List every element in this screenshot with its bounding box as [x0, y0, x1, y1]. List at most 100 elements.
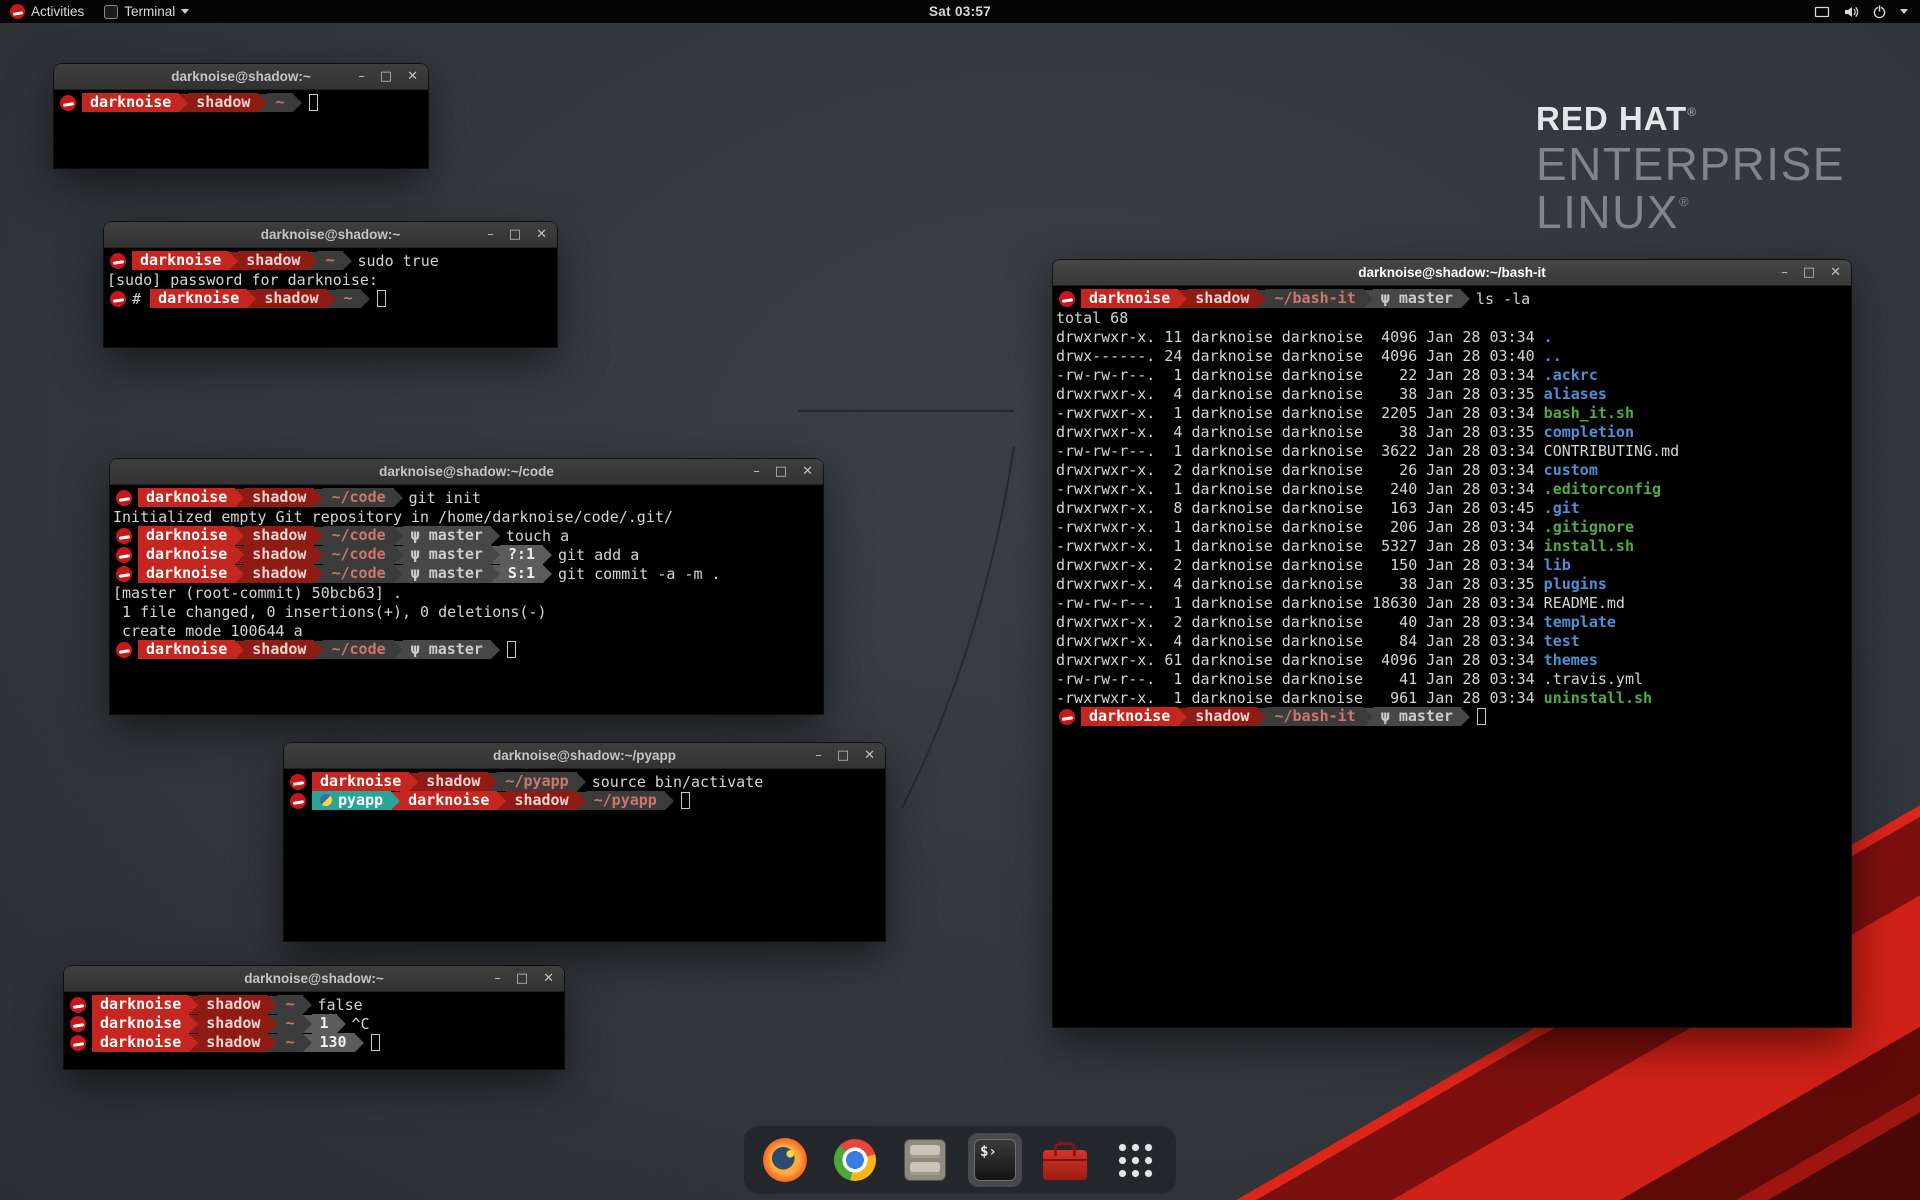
firefox-dock-icon[interactable] — [758, 1133, 812, 1187]
terminal-cursor — [681, 792, 690, 809]
terminal-content[interactable]: darknoiseshadow~sudo true[sudo] password… — [104, 248, 557, 308]
activities-button[interactable]: Activities — [0, 0, 94, 23]
close-button[interactable]: ✕ — [864, 749, 875, 762]
files-dock-icon[interactable] — [898, 1133, 952, 1187]
minimize-button[interactable]: – — [487, 228, 494, 241]
terminal-window[interactable]: darknoise@shadow:~–□✕darknoiseshadow~ — [54, 64, 428, 168]
terminal-window[interactable]: darknoise@shadow:~/bash-it–□✕darknoisesh… — [1053, 260, 1851, 1027]
powerline-separator — [268, 1034, 277, 1052]
terminal-line: darknoiseshadow~/bash-itψ masterls -la — [1056, 289, 1851, 308]
terminal-text: ls -la — [1476, 290, 1530, 308]
prompt-segment-host: shadow — [238, 251, 308, 270]
powerline-separator — [577, 792, 586, 810]
titlebar[interactable]: darknoise@shadow:~ – □ ✕ — [64, 966, 564, 992]
powerline-separator — [229, 252, 238, 270]
powerline-separator — [314, 565, 323, 583]
prompt-segment-user: darknoise — [138, 488, 235, 507]
close-button[interactable]: ✕ — [407, 70, 418, 83]
system-status-area[interactable] — [1814, 0, 1920, 23]
close-button[interactable]: ✕ — [543, 972, 554, 985]
minimize-button[interactable]: – — [494, 972, 501, 985]
prompt-segment-path: ~/code — [323, 640, 393, 659]
prompt-segment-user: darknoise — [400, 791, 497, 810]
terminal-line: -rwxrwxr-x. 1 darknoise darknoise 5327 J… — [1056, 536, 1851, 555]
terminal-content[interactable]: darknoiseshadow~ — [54, 90, 428, 112]
maximize-button[interactable]: □ — [516, 972, 528, 985]
powerline-separator — [314, 641, 323, 659]
executable-name: install.sh — [1544, 537, 1634, 555]
terminal-window[interactable]: darknoise@shadow:~ – □ ✕ darknoiseshadow~sud… — [104, 222, 557, 347]
titlebar[interactable]: darknoise@shadow:~/code–□✕ — [110, 459, 823, 485]
terminal-line: darknoiseshadow~/bash-itψ master — [1056, 707, 1851, 726]
close-button[interactable]: ✕ — [802, 465, 813, 478]
toolbox-icon — [1043, 1150, 1087, 1180]
powerline-separator — [497, 792, 506, 810]
prompt-segment-host: shadow — [418, 772, 488, 791]
prompt-segment-user: darknoise — [312, 772, 409, 791]
terminal-text: drwxrwxr-x. 2 darknoise darknoise 40 Jan… — [1056, 613, 1544, 631]
powerline-separator — [1257, 290, 1266, 308]
powerline-separator — [258, 94, 267, 112]
prompt-segment-host: shadow — [244, 640, 314, 659]
window-switcher-icon — [1814, 4, 1830, 20]
clock[interactable]: Sat 03:57 — [929, 4, 991, 19]
terminal-text: README.md — [1544, 594, 1625, 612]
powerline-separator — [394, 546, 403, 564]
app-menu-terminal[interactable]: Terminal — [94, 0, 199, 23]
terminal-content[interactable]: darknoiseshadow~falsedarknoiseshadow~1^C… — [64, 992, 564, 1052]
terminal-line: -rw-rw-r--. 1 darknoise darknoise 18630 … — [1056, 593, 1851, 612]
terminal-text: [sudo] password for darknoise: — [107, 271, 387, 289]
titlebar[interactable]: darknoise@shadow:~/pyapp–□✕ — [284, 743, 885, 769]
close-button[interactable]: ✕ — [1830, 266, 1841, 279]
terminal-line: darknoiseshadow~1^C — [67, 1014, 564, 1033]
maximize-button[interactable]: □ — [380, 70, 392, 83]
terminal-window[interactable]: darknoise@shadow:~/pyapp–□✕darknoiseshad… — [284, 743, 885, 941]
terminal-dock-icon[interactable]: $› — [968, 1133, 1022, 1187]
terminal-line: # darknoiseshadow~ — [107, 289, 557, 308]
maximize-button[interactable]: □ — [509, 228, 521, 241]
terminal-window[interactable]: darknoise@shadow:~–□✕darknoiseshadow~fal… — [64, 966, 564, 1069]
prompt-segment-venv: pyapp — [312, 791, 391, 810]
powerline-separator — [1257, 708, 1266, 726]
terminal-line: total 68 — [1056, 308, 1851, 327]
prompt-segment-host: shadow — [244, 564, 314, 583]
app-grid-dock-icon[interactable] — [1108, 1133, 1162, 1187]
titlebar[interactable]: darknoise@shadow:~–□✕ — [54, 64, 428, 90]
terminal-line: darknoiseshadow~/codeψ master — [113, 640, 823, 659]
titlebar[interactable]: darknoise@shadow:~ – □ ✕ — [104, 222, 557, 248]
powerline-separator — [491, 565, 500, 583]
prompt-segment-host: shadow — [198, 1033, 268, 1052]
prompt-segment-user: darknoise — [1081, 289, 1178, 308]
terminal-text: false — [318, 996, 363, 1014]
files-icon — [904, 1139, 946, 1181]
directory-name: lib — [1544, 556, 1571, 574]
terminal-line: create mode 100644 a — [113, 621, 823, 640]
terminal-content[interactable]: darknoiseshadow~/bash-itψ masterls -lato… — [1053, 286, 1851, 726]
terminal-text: -rwxrwxr-x. 1 darknoise darknoise 961 Ja… — [1056, 689, 1544, 707]
prompt-segment-user: darknoise — [92, 1014, 189, 1033]
prompt-segment-path: ~/bash-it — [1266, 289, 1363, 308]
terminal-window[interactable]: darknoise@shadow:~/code–□✕darknoiseshado… — [110, 459, 823, 714]
terminal-content[interactable]: darknoiseshadow~/pyappsource bin/activat… — [284, 769, 885, 810]
terminal-text: -rwxrwxr-x. 1 darknoise darknoise 206 Ja… — [1056, 518, 1544, 536]
maximize-button[interactable]: □ — [837, 749, 849, 762]
window-title: darknoise@shadow:~ — [261, 227, 401, 242]
prompt-segment-user: darknoise — [138, 545, 235, 564]
prompt-segment-status: 1 — [312, 1014, 337, 1033]
terminal-content[interactable]: darknoiseshadow~/codegit initInitialized… — [110, 485, 823, 659]
minimize-button[interactable]: – — [1781, 266, 1788, 279]
maximize-button[interactable]: □ — [775, 465, 787, 478]
directory-name: .ackrc — [1544, 366, 1598, 384]
close-button[interactable]: ✕ — [536, 228, 547, 241]
chrome-dock-icon[interactable] — [828, 1133, 882, 1187]
powerline-separator — [491, 546, 500, 564]
titlebar[interactable]: darknoise@shadow:~/bash-it–□✕ — [1053, 260, 1851, 286]
minimize-button[interactable]: – — [815, 749, 822, 762]
minimize-button[interactable]: – — [358, 70, 365, 83]
toolbox-dock-icon[interactable] — [1038, 1133, 1092, 1187]
window-title: darknoise@shadow:~ — [244, 971, 384, 986]
minimize-button[interactable]: – — [753, 465, 760, 478]
window-controls: – □ ✕ — [487, 222, 547, 247]
maximize-button[interactable]: □ — [1803, 266, 1815, 279]
terminal-line: drwxrwxr-x. 4 darknoise darknoise 38 Jan… — [1056, 422, 1851, 441]
